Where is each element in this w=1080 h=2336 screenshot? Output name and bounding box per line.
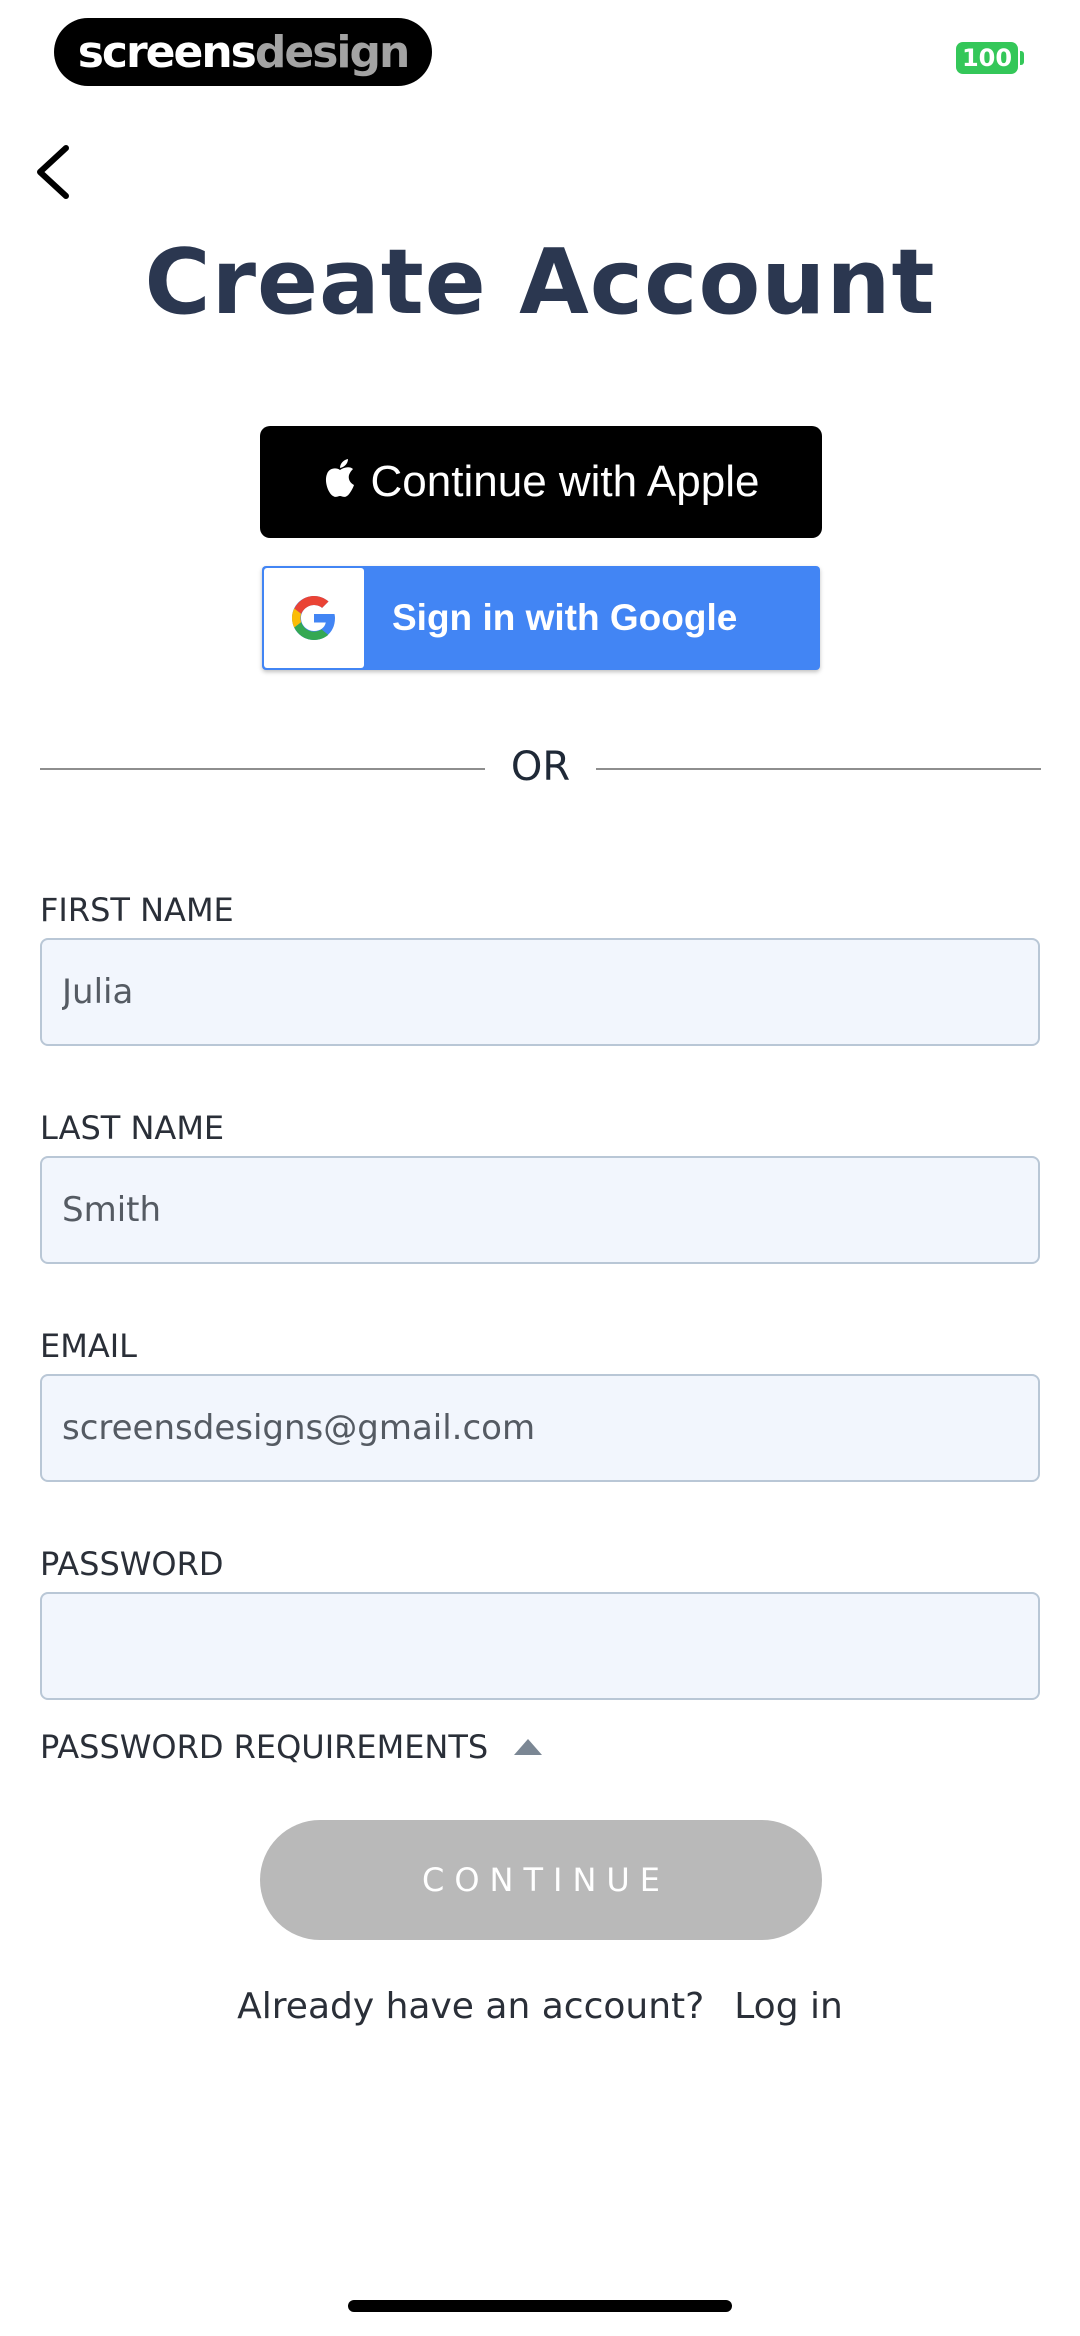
- already-have-account-text: Already have an account?: [237, 1986, 705, 2027]
- continue-button-label: CONTINUE: [421, 1861, 671, 1899]
- google-icon: [292, 596, 335, 640]
- divider-left: [40, 768, 485, 770]
- last-name-label: LAST NAME: [40, 1109, 225, 1147]
- email-input[interactable]: [40, 1374, 1040, 1482]
- apple-icon: [325, 459, 354, 497]
- password-input[interactable]: [40, 1592, 1040, 1700]
- google-icon-container: [264, 568, 364, 668]
- or-divider-text: OR: [510, 744, 571, 790]
- continue-with-apple-button[interactable]: Continue with Apple: [260, 426, 822, 538]
- login-prompt: Already have an account? Log in: [0, 1986, 1080, 2027]
- page-title: Create Account: [144, 230, 936, 335]
- log-in-link[interactable]: Log in: [734, 1986, 843, 2027]
- battery-indicator: 100: [956, 42, 1018, 74]
- password-requirements-toggle[interactable]: PASSWORD REQUIREMENTS: [40, 1728, 543, 1766]
- chevron-left-icon: [37, 145, 69, 199]
- email-label: EMAIL: [40, 1327, 137, 1365]
- logo-text-part1: screens: [77, 26, 257, 78]
- password-label: PASSWORD: [40, 1545, 224, 1583]
- logo-text-part2: design: [254, 26, 410, 78]
- battery-tip: [1020, 51, 1024, 65]
- divider-right: [596, 768, 1041, 770]
- back-button[interactable]: [28, 140, 80, 204]
- last-name-input[interactable]: [40, 1156, 1040, 1264]
- first-name-input[interactable]: [40, 938, 1040, 1046]
- screensdesign-logo: screens design: [54, 18, 432, 86]
- home-indicator: [348, 2300, 732, 2312]
- caret-up-icon: [514, 1739, 543, 1755]
- apple-button-label: Continue with Apple: [370, 457, 760, 506]
- password-requirements-label: PASSWORD REQUIREMENTS: [40, 1728, 489, 1766]
- google-button-label: Sign in with Google: [392, 597, 738, 638]
- sign-in-with-google-button[interactable]: Sign in with Google: [262, 566, 820, 670]
- first-name-label: FIRST NAME: [40, 891, 234, 929]
- continue-button[interactable]: CONTINUE: [260, 1820, 822, 1940]
